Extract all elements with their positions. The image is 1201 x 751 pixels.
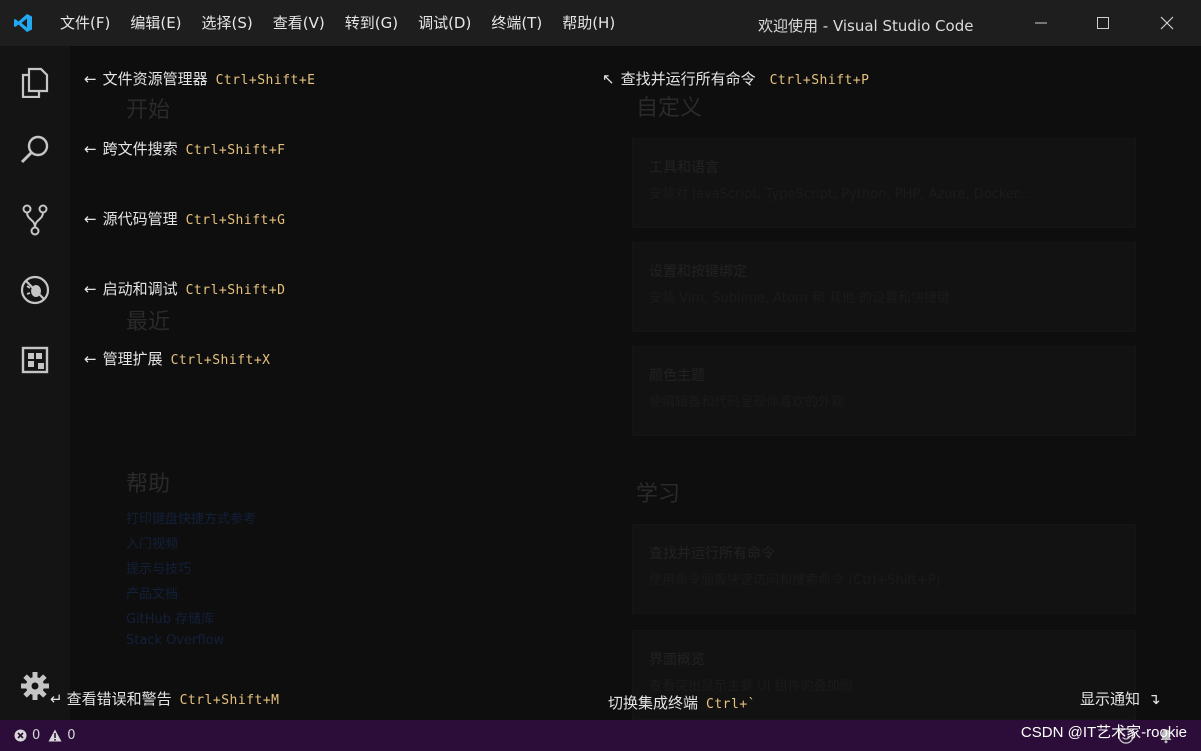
arrow-down-right-icon: ↴ xyxy=(1148,690,1161,708)
card-description: 使编辑器和代码呈现你喜欢的外观 xyxy=(649,395,845,410)
menu-view[interactable]: 查看(V) xyxy=(263,0,335,46)
search-button[interactable] xyxy=(0,122,70,178)
hint-source-control: ← 源代码管理 Ctrl+Shift+G xyxy=(84,208,286,229)
hint-search: ← 跨文件搜索 Ctrl+Shift+F xyxy=(84,138,286,159)
arrow-left-icon: ← xyxy=(84,70,97,88)
warning-icon xyxy=(48,729,62,742)
debug-icon xyxy=(20,275,50,305)
arrow-up-left-icon: ↖ xyxy=(602,70,615,88)
hint-label: 管理扩展 xyxy=(102,350,163,368)
warning-count: 0 xyxy=(67,728,76,743)
menu-selection[interactable]: 选择(S) xyxy=(192,0,263,46)
hint-shortcut: Ctrl+Shift+D xyxy=(185,283,286,298)
extensions-icon xyxy=(21,346,49,374)
card-title: 设置和按键绑定 xyxy=(649,264,747,280)
search-icon xyxy=(20,135,49,164)
source-control-button[interactable] xyxy=(0,192,70,248)
learn-card[interactable]: 查找并运行所有命令 使用命令面板快速访问和搜索命令 (Ctrl+Shift+P) xyxy=(632,524,1136,614)
hint-extensions: ← 管理扩展 Ctrl+Shift+X xyxy=(84,348,271,369)
source-control-icon xyxy=(22,204,48,236)
help-section-title: 帮助 xyxy=(126,472,171,497)
menu-go[interactable]: 转到(G) xyxy=(335,0,408,46)
hint-label: 启动和调试 xyxy=(102,280,178,298)
problems-status[interactable]: 0 0 xyxy=(14,720,76,751)
customize-card[interactable]: 工具和语言 安装对 JavaScript, TypeScript, Python… xyxy=(632,138,1136,228)
hint-label: 源代码管理 xyxy=(102,210,178,228)
hint-explorer: ← 文件资源管理器 Ctrl+Shift+E xyxy=(84,68,316,89)
menu-bar: 文件(F) 编辑(E) 选择(S) 查看(V) 转到(G) 调试(D) 终端(T… xyxy=(46,0,625,46)
hint-label: 文件资源管理器 xyxy=(102,70,208,88)
extensions-button[interactable] xyxy=(0,332,70,388)
hint-terminal: 切换集成终端 Ctrl+` xyxy=(608,692,756,713)
customize-card[interactable]: 设置和按键绑定 安装 Vim, Sublime, Atom 和 其他 的设置和快… xyxy=(632,242,1136,332)
window-title: 欢迎使用 - Visual Studio Code xyxy=(758,17,974,35)
arrow-left-icon: ← xyxy=(84,140,97,158)
error-count: 0 xyxy=(32,728,41,743)
close-icon xyxy=(1160,16,1174,30)
watermark-text: CSDN @IT艺术家-rookie xyxy=(1020,724,1187,741)
help-link[interactable]: 产品文档 xyxy=(126,583,178,602)
menu-edit[interactable]: 编辑(E) xyxy=(120,0,191,46)
title-bar: 文件(F) 编辑(E) 选择(S) 查看(V) 转到(G) 调试(D) 终端(T… xyxy=(0,0,1201,46)
card-title: 颜色主题 xyxy=(649,368,705,384)
hint-shortcut: Ctrl+` xyxy=(706,697,756,712)
card-description: 安装对 JavaScript, TypeScript, Python, PHP,… xyxy=(649,187,1031,202)
arrow-left-icon: ← xyxy=(84,210,97,228)
error-icon xyxy=(14,729,27,742)
hint-label: 查看错误和警告 xyxy=(66,690,172,708)
arrow-curve-icon: ↵ xyxy=(50,690,63,708)
menu-help[interactable]: 帮助(H) xyxy=(552,0,625,46)
help-link[interactable]: 打印键盘快捷方式参考 xyxy=(126,508,256,527)
card-title: 界面概览 xyxy=(649,652,705,668)
hint-label: 跨文件搜索 xyxy=(102,140,178,158)
start-section-title: 开始 xyxy=(126,98,171,123)
hint-label: 查找并运行所有命令 xyxy=(620,70,756,88)
menu-debug[interactable]: 调试(D) xyxy=(408,0,481,46)
help-link[interactable]: GitHub 存储库 xyxy=(126,608,214,627)
files-icon xyxy=(21,67,49,98)
maximize-icon xyxy=(1097,17,1109,29)
help-link[interactable]: Stack Overflow xyxy=(126,633,224,648)
hint-problems: ↵ 查看错误和警告 Ctrl+Shift+M xyxy=(50,688,280,709)
hint-shortcut: Ctrl+Shift+X xyxy=(170,353,271,368)
hint-shortcut: Ctrl+Shift+F xyxy=(185,143,286,158)
run-debug-button[interactable] xyxy=(0,262,70,318)
hint-debug: ← 启动和调试 Ctrl+Shift+D xyxy=(84,278,286,299)
help-link[interactable]: 提示与技巧 xyxy=(126,558,191,577)
card-title: 查找并运行所有命令 xyxy=(649,546,775,562)
hint-label: 显示通知 xyxy=(1080,690,1141,708)
hint-label: 切换集成终端 xyxy=(608,694,699,712)
hint-shortcut: Ctrl+Shift+M xyxy=(179,693,280,708)
hint-shortcut: Ctrl+Shift+G xyxy=(185,213,286,228)
hint-command-palette: ↖ 查找并运行所有命令 Ctrl+Shift+P xyxy=(602,68,870,89)
card-description: 使用命令面板快速访问和搜索命令 (Ctrl+Shift+P) xyxy=(649,573,941,588)
hint-shortcut: Ctrl+Shift+E xyxy=(215,73,316,88)
customize-card[interactable]: 颜色主题 使编辑器和代码呈现你喜欢的外观 xyxy=(632,346,1136,436)
learn-section-title: 学习 xyxy=(636,482,681,507)
customize-section-title: 自定义 xyxy=(636,96,703,121)
close-button[interactable] xyxy=(1136,0,1198,46)
card-title: 工具和语言 xyxy=(649,160,719,176)
menu-terminal[interactable]: 终端(T) xyxy=(481,0,552,46)
card-description: 安装 Vim, Sublime, Atom 和 其他 的设置和快捷键 xyxy=(649,291,950,306)
arrow-left-icon: ← xyxy=(84,280,97,298)
vscode-logo-icon xyxy=(0,0,46,46)
maximize-button[interactable] xyxy=(1072,0,1134,46)
activity-bar xyxy=(0,46,70,720)
minimize-button[interactable] xyxy=(1010,0,1072,46)
recent-section-title: 最近 xyxy=(126,310,171,335)
explorer-button[interactable] xyxy=(0,54,70,110)
hint-shortcut: Ctrl+Shift+P xyxy=(769,73,870,88)
menu-file[interactable]: 文件(F) xyxy=(46,0,120,46)
hint-notifications: 显示通知 ↴ xyxy=(1080,688,1161,709)
minimize-icon xyxy=(1035,22,1047,24)
arrow-left-icon: ← xyxy=(84,350,97,368)
gear-icon xyxy=(21,672,49,700)
help-link[interactable]: 入门视频 xyxy=(126,533,178,552)
